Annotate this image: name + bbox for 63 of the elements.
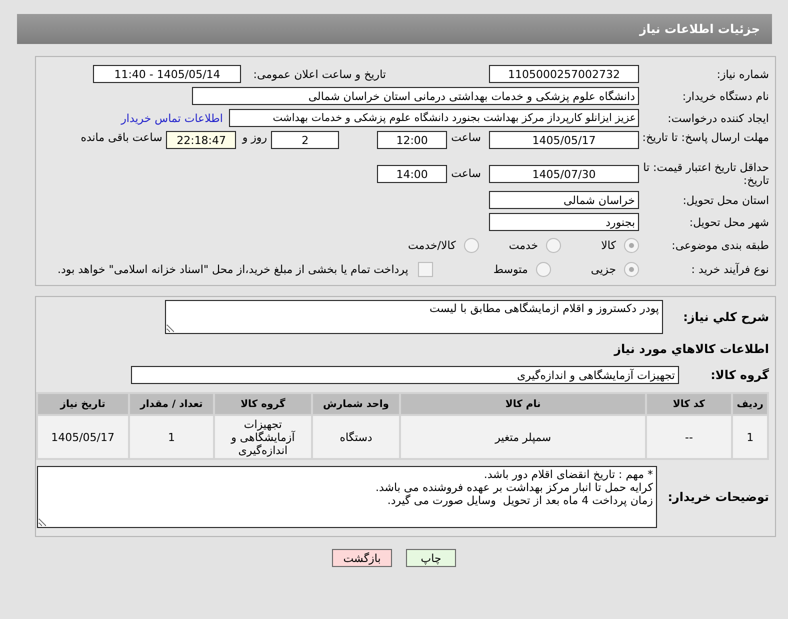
column-header: گروه کالا	[215, 394, 311, 414]
back-button[interactable]: بازگشت	[332, 549, 392, 567]
field-label: استان محل تحویل:	[682, 194, 769, 206]
checkbox[interactable]	[418, 262, 434, 276]
requester-field: عزیز ایزانلو کارپرداز مرکز بهداشت بجنورد دانشگاه علوم پزشکی و خدمات بهداشت	[229, 109, 639, 127]
description-box[interactable]: پودر دکستروز و اقلام ازمایشگاهی مطابق با لیست	[165, 300, 663, 334]
column-header: تاریخ نیاز	[38, 394, 128, 414]
remaining-time-field: 22:18:47	[166, 131, 236, 149]
table-cell: سمپلر متغیر	[401, 416, 645, 458]
field-label: نام دستگاه خریدار:	[681, 90, 769, 102]
field-label: حداقل تاریخ اعتبار قیمت: تا تاریخ:	[642, 161, 769, 187]
field-label: شماره نیاز:	[716, 68, 769, 80]
option-label: متوسط	[493, 262, 528, 276]
need-number-field: 1105000257002732	[489, 65, 639, 83]
field-label: گروه کالا:	[710, 368, 769, 382]
radio-button[interactable]	[464, 238, 479, 252]
goods-group-field: تجهیزات آزمایشگاهی و اندازه‌گیری	[131, 366, 679, 384]
time-field: 14:00	[377, 165, 448, 183]
option-label: جزیی	[590, 262, 616, 276]
column-header: واحد شمارش	[312, 394, 400, 414]
buyer-org-field: دانشگاه علوم پزشکی و خدمات بهداشتی درمانی استان خراسان شمالی	[192, 87, 639, 105]
field-label: شرح کلي نياز:	[682, 310, 769, 324]
table-cell: 1	[130, 416, 214, 458]
column-header: تعداد / مقدار	[130, 394, 214, 414]
print-button[interactable]: چاپ	[406, 549, 456, 567]
date-field: 1405/05/17	[489, 131, 639, 149]
table-cell: 1	[733, 416, 767, 458]
days-field: 2	[271, 131, 340, 149]
field-label: شهر محل تحویل:	[688, 216, 769, 228]
remaining-label: ساعت باقی مانده	[80, 131, 162, 144]
time-label: ساعت	[451, 131, 481, 144]
buyer-notes-box[interactable]: * مهم : تاریخ انقضای اقلام دور باشد. کرایه حمل تا انبار مرکز بهداشت بر عهده فروشنده می باشد. زمان پرداخت 4 ماه بعد از تحویل وسایل صورت می گیرد.	[37, 466, 657, 528]
option-label: کالا/خدمت	[408, 238, 456, 252]
field-label: ایجاد کننده درخواست:	[666, 112, 769, 124]
field-label: نوع فرآیند خرید :	[690, 262, 769, 276]
radio-button[interactable]	[624, 262, 639, 276]
date-field: 1405/07/30	[489, 165, 639, 183]
table-cell: --	[646, 416, 732, 458]
province-field: خراسان شمالی	[489, 191, 639, 209]
option-label: کالا	[601, 238, 616, 252]
time-label: ساعت	[451, 167, 481, 180]
table-cell: تجهیزات آزمایشگاهی و اندازه‌گیری	[215, 416, 311, 458]
field-label: طبقه بندی موضوعی:	[670, 238, 769, 252]
city-field: بجنورد	[489, 213, 639, 231]
field-label: تاریخ و ساعت اعلان عمومی:	[253, 68, 386, 80]
field-label: توضیحات خریدار:	[666, 490, 769, 504]
days-label: روز و	[242, 131, 268, 144]
radio-button[interactable]	[546, 238, 562, 252]
table-cell: دستگاه	[312, 416, 400, 458]
column-header: ردیف	[733, 394, 767, 414]
field-label: مهلت ارسال پاسخ: تا تاریخ:	[641, 131, 769, 144]
section-heading: اطلاعات کالاهاي مورد نياز	[614, 342, 769, 356]
announce-date-field: 1405/05/14 - 11:40	[93, 65, 242, 83]
table-cell: 1405/05/17	[38, 416, 128, 458]
column-header: کد کالا	[646, 394, 732, 414]
option-label: خدمت	[508, 238, 538, 252]
column-header: نام کالا	[401, 394, 645, 414]
time-field: 12:00	[377, 131, 448, 149]
option-label: پرداخت تمام یا بخشی از مبلغ خرید،از محل "اسناد خزانه اسلامی" خواهد بود.	[58, 262, 408, 276]
radio-button[interactable]	[624, 238, 639, 252]
buyer-contact-link[interactable]: اطلاعات تماس خریدار	[121, 112, 223, 124]
radio-button[interactable]	[536, 262, 551, 276]
page-title: جزئیات اطلاعات نیاز	[639, 22, 760, 36]
